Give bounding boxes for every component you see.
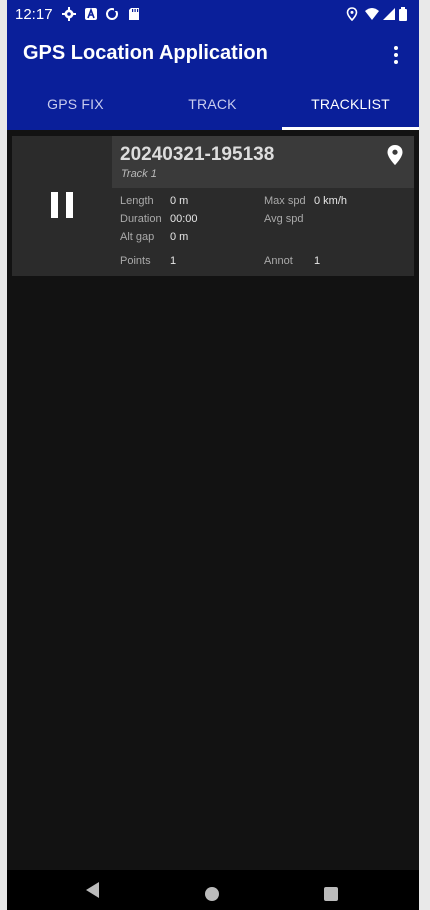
recents-icon[interactable]	[324, 887, 338, 901]
annot-label: Annot	[264, 255, 293, 267]
location-icon	[346, 7, 358, 21]
tab-gps-fix[interactable]: GPS FIX	[7, 96, 144, 112]
track-card[interactable]: 20240321-195138 Track 1 Length 0 m Max s…	[12, 136, 414, 276]
system-nav-bar	[7, 870, 419, 910]
app-title: GPS Location Application	[23, 42, 268, 64]
points-value: 1	[170, 255, 177, 267]
length-value: 0 m	[170, 195, 189, 207]
a-icon	[85, 7, 97, 20]
more-vert-icon[interactable]	[385, 44, 407, 66]
tab-indicator	[282, 127, 419, 130]
wifi-icon	[365, 8, 379, 20]
status-time: 12:17	[15, 6, 53, 23]
sync-icon	[106, 7, 119, 20]
max-speed-label: Max spd	[264, 195, 306, 207]
track-name: 20240321-195138	[120, 144, 275, 165]
avg-speed-label: Avg spd	[264, 213, 304, 225]
alt-gap-label: Alt gap	[120, 231, 155, 243]
home-icon[interactable]	[205, 887, 219, 901]
track-subtitle: Track 1	[121, 168, 157, 180]
gear-icon	[62, 7, 76, 21]
duration-label: Duration	[120, 213, 162, 225]
battery-icon	[399, 7, 407, 21]
status-bar: 12:17	[7, 0, 419, 28]
app-header: 12:17 GPS Location Application GPS FIX T…	[7, 0, 419, 130]
points-label: Points	[120, 255, 151, 267]
length-label: Length	[120, 195, 154, 207]
tab-track[interactable]: TRACK	[144, 96, 281, 112]
back-icon[interactable]	[86, 882, 99, 898]
signal-icon	[383, 8, 395, 20]
phone-screen: 12:17 GPS Location Application GPS FIX T…	[7, 0, 419, 910]
pause-icon[interactable]	[51, 192, 73, 218]
track-control-area	[12, 136, 112, 276]
annot-value: 1	[314, 255, 321, 267]
max-speed-value: 0 km/h	[314, 195, 348, 207]
track-header: 20240321-195138 Track 1	[112, 136, 414, 188]
duration-value: 00:00	[170, 213, 198, 225]
tab-tracklist[interactable]: TRACKLIST	[282, 96, 419, 112]
map-pin-icon[interactable]	[386, 144, 404, 166]
sd-card-icon	[129, 8, 139, 20]
alt-gap-value: 0 m	[170, 231, 189, 243]
